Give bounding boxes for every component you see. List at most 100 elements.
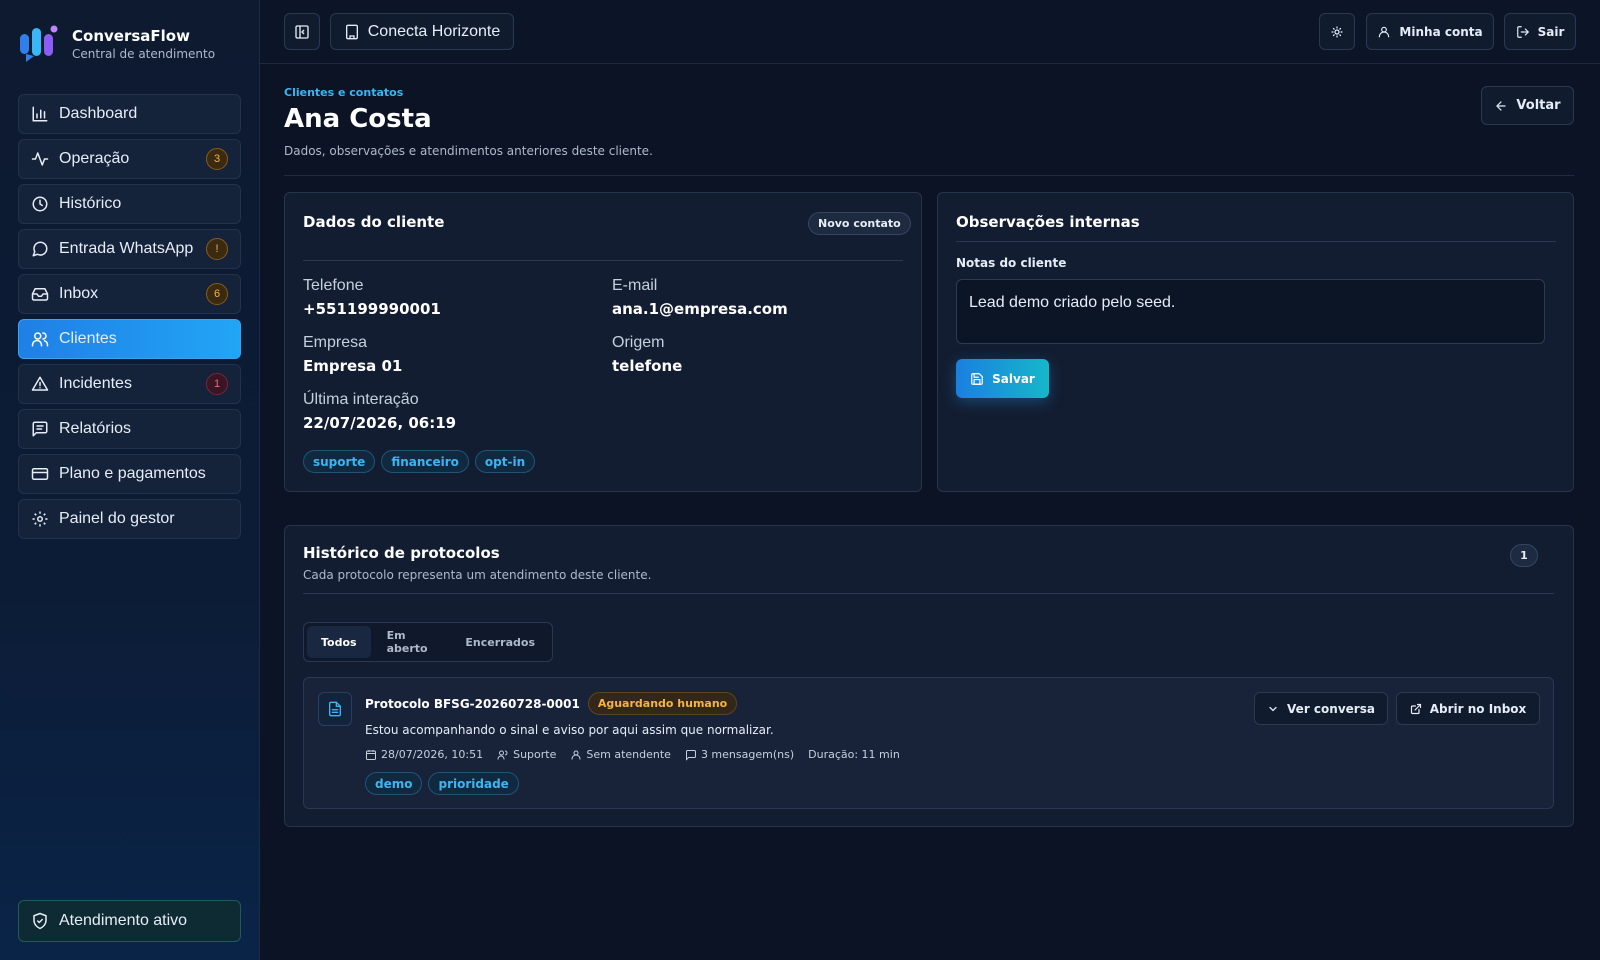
sidebar-item-operacao[interactable]: Operação 3: [18, 139, 241, 179]
attendance-status[interactable]: Atendimento ativo: [18, 900, 241, 942]
meta-agent: Sem atendente: [570, 748, 671, 761]
page-subtitle: Dados, observações e atendimentos anteri…: [284, 144, 653, 158]
inbox-icon: [31, 285, 49, 303]
file-text-icon: [318, 692, 352, 726]
protocol-item[interactable]: Protocolo BFSG-20260728-0001 Aguardando …: [303, 677, 1554, 809]
sidebar-item-label: Dashboard: [59, 105, 138, 122]
protocol-header: Protocolo BFSG-20260728-0001 Aguardando …: [365, 692, 738, 715]
phone-label: Telefone: [303, 277, 364, 294]
brand[interactable]: ConversaFlow Central de atendimento: [18, 24, 215, 64]
sidebar-item-label: Plano e pagamentos: [59, 465, 206, 482]
workspace-name: Conecta Horizonte: [367, 22, 501, 40]
divider: [284, 175, 1574, 176]
meta-messages-text: 3 mensagem(ns): [700, 748, 795, 761]
origin-value: telefone: [612, 357, 683, 375]
tab-em-aberto[interactable]: Em aberto: [373, 626, 450, 658]
sidebar-item-label: Relatórios: [59, 420, 132, 437]
company-value: Empresa 01: [303, 357, 403, 375]
status-badge: Aguardando humano: [587, 692, 738, 715]
sidebar-item-label: Clientes: [59, 330, 117, 347]
sidebar-item-relatorios[interactable]: Relatórios: [18, 409, 241, 449]
protocol-tags: demo prioridade: [365, 772, 519, 795]
meta-duration: Duração: 11 min: [808, 748, 900, 761]
sidebar: ConversaFlow Central de atendimento Dash…: [0, 0, 260, 960]
last-interaction-label: Última interação: [303, 391, 419, 408]
theme-toggle-button[interactable]: [1319, 13, 1355, 50]
meta-date: 28/07/2026, 10:51: [365, 748, 483, 761]
email-value: ana.1@empresa.com: [612, 300, 788, 318]
back-button[interactable]: Voltar: [1481, 86, 1574, 125]
activity-icon: [31, 150, 49, 168]
attendance-status-label: Atendimento ativo: [59, 912, 188, 929]
app-subtitle: Central de atendimento: [72, 47, 216, 61]
count-badge: 3: [206, 148, 228, 170]
divider: [956, 241, 1556, 242]
sidebar-item-label: Entrada WhatsApp: [59, 240, 194, 257]
sidebar-item-inbox[interactable]: Inbox 6: [18, 274, 241, 314]
sidebar-item-historico[interactable]: Histórico: [18, 184, 241, 224]
my-account-button[interactable]: Minha conta: [1366, 13, 1494, 50]
internal-notes-card: Observações internas Notas do cliente Le…: [937, 192, 1574, 492]
tab-todos[interactable]: Todos: [307, 626, 371, 658]
app-logo-icon: [18, 24, 60, 64]
clock-icon: [31, 195, 49, 213]
protocol-filter-tabs: Todos Em aberto Encerrados: [303, 622, 553, 662]
settings-icon: [31, 510, 49, 528]
sidebar-nav: Dashboard Operação 3 Histórico Entrada W…: [18, 94, 241, 544]
open-in-inbox-button[interactable]: Abrir no Inbox: [1396, 692, 1540, 725]
phone-value: +551199990001: [303, 300, 441, 318]
external-link-icon: [1410, 703, 1422, 715]
sidebar-item-clientes[interactable]: Clientes: [18, 319, 241, 359]
back-label: Voltar: [1516, 98, 1561, 113]
history-title: Histórico de protocolos: [303, 544, 500, 562]
sidebar-item-incidentes[interactable]: Incidentes 1: [18, 364, 241, 404]
sidebar-item-label: Operação: [59, 150, 130, 167]
message-square-icon: [685, 749, 697, 761]
company-label: Empresa: [303, 334, 368, 351]
meta-duration-text: Duração: 11 min: [808, 748, 900, 761]
sidebar-item-painel-gestor[interactable]: Painel do gestor: [18, 499, 241, 539]
sidebar-item-dashboard[interactable]: Dashboard: [18, 94, 241, 134]
save-button[interactable]: Salvar: [956, 359, 1049, 398]
save-icon: [970, 372, 984, 386]
my-account-label: Minha conta: [1399, 24, 1483, 39]
tag: prioridade: [428, 772, 519, 795]
view-conversation-button[interactable]: Ver conversa: [1254, 692, 1388, 725]
workspace-selector[interactable]: Conecta Horizonte: [330, 13, 514, 50]
protocol-last-message: Estou acompanhando o sinal e aviso por a…: [365, 723, 774, 737]
sidebar-toggle-button[interactable]: [284, 13, 320, 50]
shield-check-icon: [31, 912, 49, 930]
tag: demo: [365, 772, 423, 795]
email-label: E-mail: [612, 277, 658, 294]
message-circle-icon: [31, 240, 49, 258]
users-icon: [31, 330, 49, 348]
count-badge: 1: [1510, 544, 1538, 567]
user-icon: [570, 749, 582, 761]
save-label: Salvar: [992, 371, 1035, 386]
client-data-card: Dados do cliente Novo contato Telefone +…: [284, 192, 922, 492]
chevron-down-icon: [1267, 703, 1279, 715]
tag: suporte: [303, 450, 376, 473]
tag: opt-in: [474, 450, 536, 473]
meta-messages: 3 mensagem(ns): [685, 748, 794, 761]
logout-button[interactable]: Sair: [1504, 13, 1576, 50]
meta-team: Suporte: [497, 748, 556, 761]
sidebar-item-entrada-whatsapp[interactable]: Entrada WhatsApp !: [18, 229, 241, 269]
notes-textarea[interactable]: Lead demo criado pelo seed.: [956, 279, 1545, 344]
meta-agent-text: Sem atendente: [586, 748, 671, 761]
topbar: Conecta Horizonte Minha conta Sair: [260, 0, 1600, 64]
breadcrumb[interactable]: Clientes e contatos: [284, 86, 403, 99]
credit-card-icon: [31, 465, 49, 483]
main-content: Clientes e contatos Ana Costa Dados, obs…: [260, 64, 1600, 960]
divider: [303, 593, 1554, 594]
count-badge: 6: [206, 283, 228, 305]
divider: [303, 260, 903, 261]
sidebar-item-label: Painel do gestor: [59, 510, 175, 527]
meta-team-text: Suporte: [513, 748, 557, 761]
protocol-title: Protocolo BFSG-20260728-0001: [365, 696, 580, 711]
alert-triangle-icon: [31, 375, 49, 393]
tag: financeiro: [381, 450, 469, 473]
panel-left-icon: [294, 24, 310, 40]
sidebar-item-plano-pagamentos[interactable]: Plano e pagamentos: [18, 454, 241, 494]
tab-encerrados[interactable]: Encerrados: [451, 626, 549, 658]
